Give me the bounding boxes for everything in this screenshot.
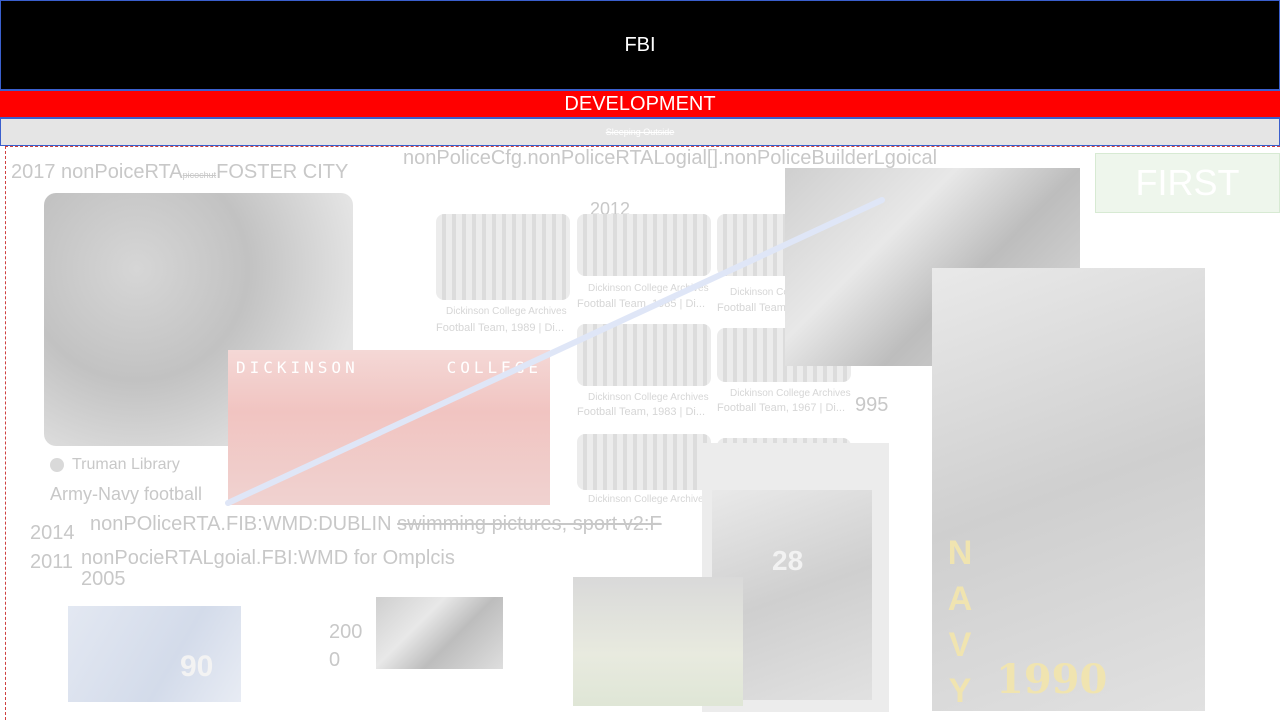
dickinson-title-right: COLLEGE bbox=[446, 358, 542, 377]
archive-photo-1983[interactable] bbox=[577, 324, 711, 386]
dublin-caption-strike: swimming pictures, sport v2:F bbox=[397, 513, 662, 535]
archive-title-1983: Football Team, 1983 | Di... bbox=[577, 406, 705, 418]
archive-photo-row4-a[interactable] bbox=[577, 434, 711, 490]
year-2005-label: 2005 bbox=[81, 568, 126, 590]
jersey-28-label: 28 bbox=[772, 545, 804, 576]
navy-letter: V bbox=[948, 626, 972, 664]
top-left-caption-text: 2017 nonPoiceRTA bbox=[11, 161, 183, 183]
navy-letter: Y bbox=[948, 672, 972, 710]
top-left-caption-small: picochut bbox=[182, 170, 217, 180]
archive-source-1967: Dickinson College Archives bbox=[730, 388, 851, 399]
year-2000-label-b: 0 bbox=[329, 649, 341, 671]
jersey-90-label: 90 bbox=[180, 650, 214, 683]
team-on-field-photo[interactable] bbox=[376, 597, 503, 669]
year-2011-label: 2011 bbox=[30, 551, 74, 573]
archive-photo-1985[interactable] bbox=[577, 214, 711, 276]
dublin-caption-text: nonPOliceRTA.FIB:WMD:DUBLIN bbox=[90, 513, 398, 535]
header-title: FBI bbox=[624, 33, 656, 56]
archive-title-1985: Football Team, 1985 | Di... bbox=[577, 298, 705, 310]
status-banner: Sleeping Outside bbox=[0, 118, 1280, 146]
archive-source-row4-a: Dickinson College Archives bbox=[588, 494, 709, 505]
dickinson-title: DICKINSON COLLEGE bbox=[228, 358, 550, 377]
development-banner: DEVELOPMENT bbox=[0, 90, 1280, 118]
top-center-caption: nonPoliceCfg.nonPoliceRTALogial[].nonPol… bbox=[403, 147, 938, 169]
navy-year: 1990 bbox=[996, 656, 1108, 703]
slide-canvas: FBI DEVELOPMENT Sleeping Outside Truman … bbox=[0, 0, 1280, 720]
navy-letter: N bbox=[947, 534, 973, 572]
top-left-caption: 2017 nonPoiceRTApicochutFOSTER CITY bbox=[11, 161, 348, 184]
top-left-caption-city: FOSTER CITY bbox=[216, 161, 349, 183]
dickinson-college-team-photo[interactable]: DICKINSON COLLEGE bbox=[228, 350, 550, 505]
truman-library-label: Truman Library bbox=[72, 456, 180, 473]
status-label: Sleeping Outside bbox=[605, 127, 675, 137]
dickinson-title-left: DICKINSON bbox=[236, 358, 359, 377]
archive-source-1989: Dickinson College Archives bbox=[446, 306, 567, 317]
archive-source-1983: Dickinson College Archives bbox=[588, 392, 709, 403]
dublin-caption: nonPOliceRTA.FIB:WMD:DUBLIN swimming pic… bbox=[90, 513, 662, 536]
archive-title-1989: Football Team, 1989 | Di... bbox=[436, 322, 564, 334]
eagle-seal-icon bbox=[50, 458, 64, 472]
field-action-photo[interactable] bbox=[573, 577, 743, 706]
archive-title-1967: Football Team, 1967 | Di... bbox=[717, 402, 845, 414]
year-2000-label-a: 200 bbox=[329, 621, 363, 643]
header-bar: FBI bbox=[0, 0, 1280, 90]
development-label: DEVELOPMENT bbox=[564, 92, 716, 115]
ompl-caption: nonPocieRTALgoial.FBI:WMD for Omplcis bbox=[81, 547, 455, 569]
first-box[interactable]: FIRST bbox=[1095, 153, 1280, 213]
first-label: FIRST bbox=[1135, 162, 1240, 203]
year-1995-label: 995 bbox=[855, 394, 889, 416]
navy-90-player-photo[interactable]: 90 bbox=[68, 606, 241, 702]
army-navy-label: Army-Navy football bbox=[50, 484, 203, 504]
year-2014-label: 2014 bbox=[30, 522, 75, 544]
archive-photo-1989[interactable] bbox=[436, 214, 570, 300]
archive-source-1985: Dickinson College Archives bbox=[588, 283, 709, 294]
navy-letter: A bbox=[947, 580, 973, 618]
navy-vertical-word: NAVY bbox=[940, 530, 980, 714]
